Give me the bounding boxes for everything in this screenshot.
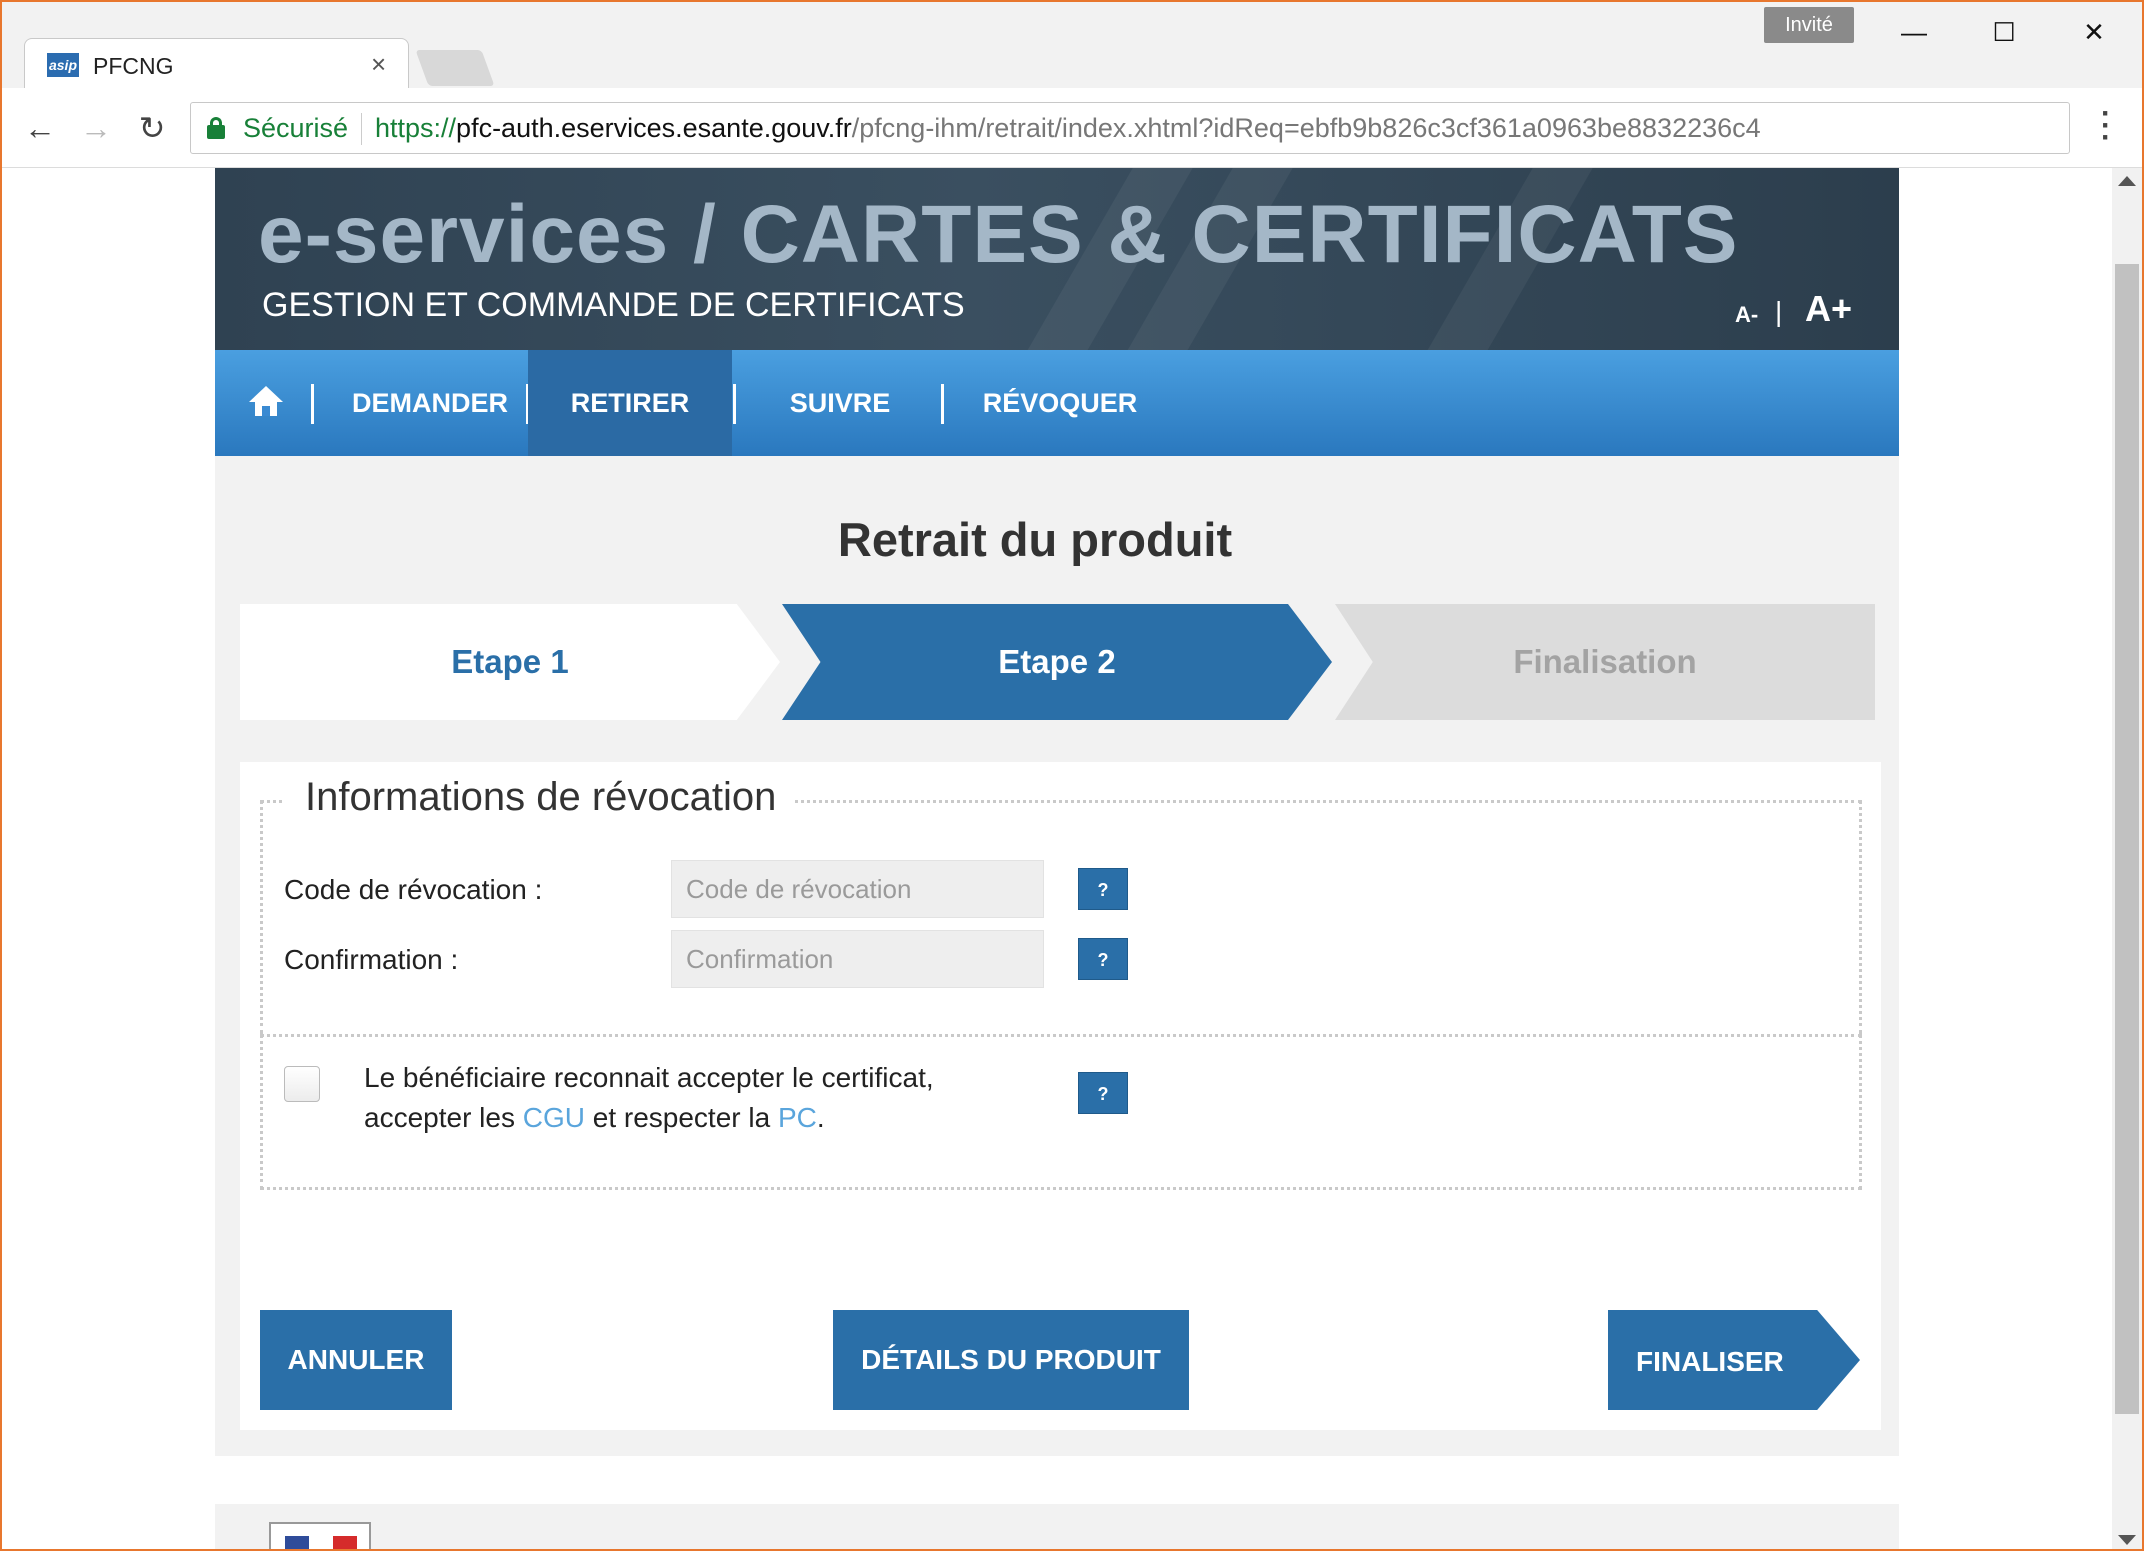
cgu-link[interactable]: CGU <box>523 1102 585 1133</box>
accept-certificate-checkbox[interactable] <box>284 1066 320 1102</box>
title-bar: asip PFCNG × Invité — ☐ ✕ <box>2 2 2142 90</box>
nav-separator <box>733 384 736 424</box>
page-title: Retrait du produit <box>837 513 1233 566</box>
browser-toolbar: ← → ↻ Sécurisé https://pfc-auth.eservice… <box>2 88 2142 168</box>
confirmation-input[interactable] <box>671 930 1044 988</box>
site-banner: e-services / CARTES & CERTIFICATS GESTIO… <box>215 168 1899 350</box>
agreement-help-button[interactable]: ? <box>1078 1072 1128 1114</box>
pc-link[interactable]: PC <box>778 1102 817 1133</box>
nav-item-demander[interactable]: DEMANDER <box>320 350 540 456</box>
back-arrow-icon[interactable]: ← <box>20 108 60 148</box>
site-subtitle: GESTION ET COMMANDE DE CERTIFICATS <box>262 286 965 324</box>
address-bar[interactable]: Sécurisé https://pfc-auth.eservices.esan… <box>190 102 2070 154</box>
nav-item-revoquer[interactable]: RÉVOQUER <box>945 350 1175 456</box>
revocation-form: Informations de révocation Code de révoc… <box>240 762 1881 1430</box>
confirmation-help-button[interactable]: ? <box>1078 938 1128 980</box>
tab-title: PFCNG <box>93 53 174 79</box>
nav-separator <box>941 384 944 424</box>
nav-item-suivre[interactable]: SUIVRE <box>740 350 940 456</box>
browser-tab[interactable]: asip PFCNG × <box>24 38 409 90</box>
font-size-separator: | <box>1775 296 1783 327</box>
nav-separator <box>311 384 314 424</box>
browser-window: asip PFCNG × Invité — ☐ ✕ ← → ↻ Sécurisé… <box>0 0 2144 1551</box>
omnibox-divider <box>361 113 362 145</box>
finalize-button[interactable]: FINALISER <box>1608 1310 1860 1410</box>
revocation-fieldset: Informations de révocation <box>260 775 1862 1034</box>
page-viewport: e-services / CARTES & CERTIFICATS GESTIO… <box>2 168 2112 1549</box>
revocation-code-label: Code de révocation : <box>284 874 543 905</box>
agree-line-1: Le bénéficiaire reconnait accepter le ce… <box>364 1062 934 1093</box>
url-text[interactable]: https://pfc-auth.eservices.esante.gouv.f… <box>375 113 1761 144</box>
guest-profile-badge[interactable]: Invité <box>1764 7 1854 43</box>
forward-arrow-icon[interactable]: → <box>76 108 116 148</box>
vertical-scrollbar[interactable] <box>2112 168 2142 1549</box>
agree-middle: et respecter la <box>584 1102 778 1133</box>
page-container: e-services / CARTES & CERTIFICATS GESTIO… <box>215 168 1899 1549</box>
main-nav: DEMANDER RETIRER SUIVRE RÉVOQUER <box>215 350 1899 456</box>
increase-font-button[interactable]: A+ <box>1805 288 1852 330</box>
step-2: Etape 2 <box>782 604 1332 720</box>
lock-icon <box>207 117 225 139</box>
revocation-code-help-button[interactable]: ? <box>1078 868 1128 910</box>
decrease-font-button[interactable]: A- <box>1735 302 1758 328</box>
nav-item-retirer[interactable]: RETIRER <box>528 350 732 456</box>
confirmation-label: Confirmation : <box>284 944 459 975</box>
agree-suffix: . <box>816 1102 825 1133</box>
reload-icon[interactable]: ↻ <box>132 108 172 148</box>
asip-favicon-icon: asip <box>47 53 79 77</box>
close-window-icon[interactable]: ✕ <box>2064 12 2124 52</box>
minimize-icon[interactable]: — <box>1884 12 1944 52</box>
url-scheme: https:// <box>375 113 457 143</box>
scroll-up-arrow-icon[interactable] <box>2118 176 2136 186</box>
revocation-code-input[interactable] <box>671 860 1044 918</box>
republique-francaise-logo-icon <box>269 1522 371 1549</box>
step-1: Etape 1 <box>240 604 780 720</box>
site-title: e-services / CARTES & CERTIFICATS <box>258 189 1739 280</box>
scroll-down-arrow-icon[interactable] <box>2118 1535 2136 1545</box>
product-details-button[interactable]: DÉTAILS DU PRODUIT <box>833 1310 1189 1410</box>
cancel-button[interactable]: ANNULER <box>260 1310 452 1410</box>
page-footer <box>215 1504 1899 1549</box>
maximize-icon[interactable]: ☐ <box>1974 12 2034 52</box>
new-tab-button[interactable] <box>415 50 495 86</box>
main-content: Retrait du produit Etape 1 Etape 2 Final… <box>215 456 1899 1456</box>
fieldset-legend: Informations de révocation <box>283 775 795 820</box>
close-tab-icon[interactable]: × <box>371 49 386 80</box>
secure-label: Sécurisé <box>243 113 349 143</box>
agree-prefix: accepter les <box>364 1102 523 1133</box>
step-finalisation: Finalisation <box>1335 604 1875 720</box>
kebab-menu-icon[interactable]: · · · <box>2096 99 2116 153</box>
home-icon[interactable] <box>249 386 283 418</box>
accept-certificate-text: Le bénéficiaire reconnait accepter le ce… <box>364 1058 934 1138</box>
url-path: /pfcng-ihm/retrait/index.xhtml?idReq=ebf… <box>851 113 1761 143</box>
url-host: pfc-auth.eservices.esante.gouv.fr <box>456 113 852 143</box>
scrollbar-thumb[interactable] <box>2115 264 2139 1414</box>
